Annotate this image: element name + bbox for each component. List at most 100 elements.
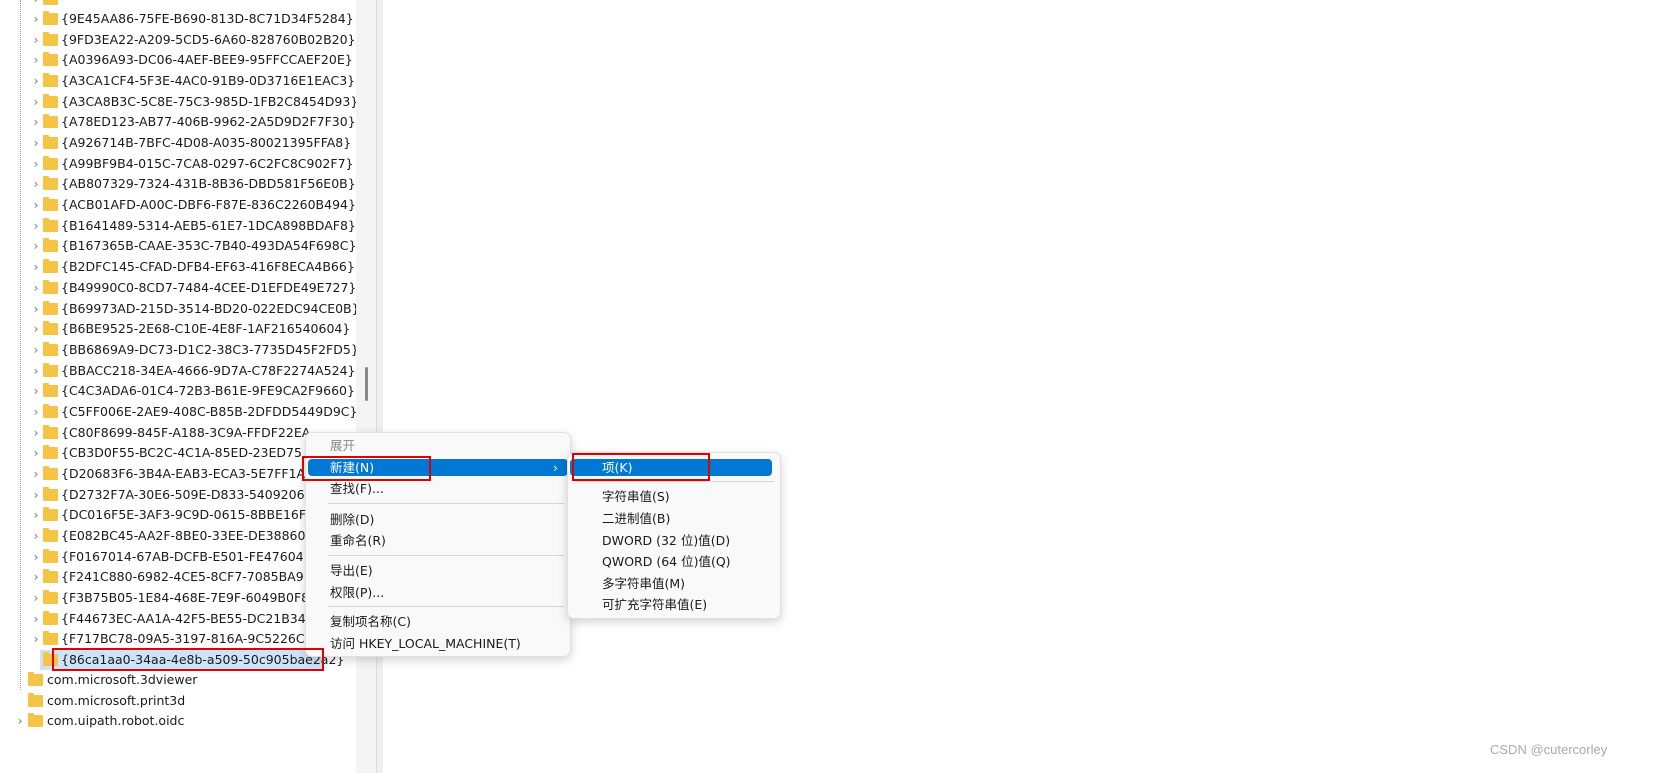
tree-item[interactable]: › {D2732F7A-30E6-509E-D833-5409206 xyxy=(0,485,356,505)
folder-icon xyxy=(43,217,58,232)
chevron-right-icon[interactable]: › xyxy=(30,340,42,360)
tree-item[interactable]: › {DC016F5E-3AF3-9C9D-0615-8BBE16F xyxy=(0,505,356,525)
tree-item[interactable]: com.microsoft.print3d xyxy=(0,691,356,711)
chevron-right-icon[interactable]: › xyxy=(30,216,42,236)
tree-item-label: com.uipath.robot.oidc xyxy=(47,713,185,729)
chevron-right-icon[interactable]: › xyxy=(30,112,42,132)
tree-item[interactable]: › {A99BF9B4-015C-7CA8-0297-6C2FC8C902F7} xyxy=(0,154,356,174)
chevron-right-icon[interactable]: › xyxy=(30,361,42,381)
tree-item[interactable]: › {F3B75B05-1E84-468E-7E9F-6049B0F8 xyxy=(0,588,356,608)
tree-item[interactable]: › {AB807329-7324-431B-8B36-DBD581F56E0B} xyxy=(0,174,356,194)
tree-item[interactable]: › {B6BE9525-2E68-C10E-4E8F-1AF216540604} xyxy=(0,319,356,339)
tree-item[interactable]: › {F717BC78-09A5-3197-816A-9C5226C xyxy=(0,629,356,649)
tree-item[interactable]: › {B1641489-5314-AEB5-61E7-1DCA898BDAF8} xyxy=(0,216,356,236)
tree-item[interactable]: › {E082BC45-AA2F-8BE0-33EE-DE38860 xyxy=(0,526,356,546)
tree-item[interactable]: › {C5FF006E-2AE9-408C-B85B-2DFDD5449D9C} xyxy=(0,402,358,422)
chevron-right-icon[interactable]: › xyxy=(30,526,42,546)
tree-item[interactable]: › {A0396A93-DC06-4AEF-BEE9-95FFCCAEF20E} xyxy=(0,50,356,70)
submenu-item-binary-value[interactable]: 二进制值(B) xyxy=(570,510,778,527)
chevron-right-icon[interactable]: › xyxy=(30,567,42,587)
chevron-right-icon[interactable]: › xyxy=(30,71,42,91)
tree-item[interactable]: › {B2DFC145-CFAD-DFB4-EF63-416F8ECA4B66} xyxy=(0,257,356,277)
tree-item-label: {C5FF006E-2AE9-408C-B85B-2DFDD5449D9C} xyxy=(61,403,358,419)
submenu-item-dword-value[interactable]: DWORD (32 位)值(D) xyxy=(570,532,778,549)
tree-item-label: {B1641489-5314-AEB5-61E7-1DCA898BDAF8} xyxy=(61,217,356,233)
menu-item-export[interactable]: 导出(E) xyxy=(308,562,568,579)
chevron-right-icon[interactable]: › xyxy=(30,278,42,298)
tree-item[interactable]: › {C80F8699-845F-A188-3C9A-FFDF22EA xyxy=(0,423,356,443)
tree-item[interactable]: › {BB6869A9-DC73-D1C2-38C3-7735D45F2FD5} xyxy=(0,340,359,360)
scrollbar-thumb[interactable] xyxy=(365,367,368,401)
menu-item-delete[interactable]: 删除(D) xyxy=(308,511,568,528)
chevron-right-icon[interactable]: › xyxy=(30,505,42,525)
tree-item[interactable]: › {F44673EC-AA1A-42F5-BE55-DC21B34 xyxy=(0,609,356,629)
chevron-right-icon[interactable]: › xyxy=(30,381,42,401)
tree-item[interactable]: › {F0167014-67AB-DCFB-E501-FE47604 xyxy=(0,547,356,567)
menu-item-new[interactable]: 新建(N) › xyxy=(308,459,568,476)
submenu-item-qword-value[interactable]: QWORD (64 位)值(Q) xyxy=(570,553,778,570)
values-pane[interactable] xyxy=(383,0,1672,773)
registry-tree[interactable]: › › {9E45AA86-75FE-B690-813D-8C71D34F5284… xyxy=(0,0,376,773)
tree-item[interactable]: › {A926714B-7BFC-4D08-A035-80021395FFA8} xyxy=(0,133,356,153)
chevron-right-icon[interactable]: › xyxy=(30,92,42,112)
chevron-right-icon[interactable]: › xyxy=(30,236,42,256)
chevron-right-icon[interactable]: › xyxy=(30,133,42,153)
tree-item[interactable]: › {B167365B-CAAE-353C-7B40-493DA54F698C} xyxy=(0,236,356,256)
tree-scrollbar[interactable] xyxy=(356,0,376,773)
tree-item[interactable]: › {A78ED123-AB77-406B-9962-2A5D9D2F7F30} xyxy=(0,112,356,132)
tree-item-selected[interactable]: {86ca1aa0-34aa-4e8b-a509-50c905bae2a2} xyxy=(40,650,344,670)
tree-item-label: {F0167014-67AB-DCFB-E501-FE47604 xyxy=(61,548,304,564)
tree-item[interactable]: › {ACB01AFD-A00C-DBF6-F87E-836C2260B494} xyxy=(0,195,356,215)
chevron-right-icon[interactable]: › xyxy=(30,443,42,463)
folder-icon xyxy=(43,279,58,294)
submenu-item-key[interactable]: 项(K) xyxy=(570,459,772,476)
tree-item[interactable]: › {BBACC218-34EA-4666-9D7A-C78F2274A524} xyxy=(0,361,356,381)
chevron-right-icon[interactable]: › xyxy=(30,547,42,567)
menu-item-find[interactable]: 查找(F)... xyxy=(308,480,568,497)
chevron-right-icon[interactable]: › xyxy=(30,50,42,70)
chevron-right-icon[interactable]: › xyxy=(30,9,42,29)
tree-item-partial[interactable]: › xyxy=(0,0,356,9)
tree-item[interactable]: com.microsoft.3dviewer xyxy=(0,670,356,690)
menu-item-rename[interactable]: 重命名(R) xyxy=(308,532,568,549)
menu-item-copy-key-name[interactable]: 复制项名称(C) xyxy=(308,613,568,630)
chevron-right-icon[interactable]: › xyxy=(30,319,42,339)
chevron-right-icon[interactable]: › xyxy=(30,588,42,608)
chevron-right-icon[interactable]: › xyxy=(30,257,42,277)
folder-icon xyxy=(43,135,58,150)
chevron-right-icon[interactable]: › xyxy=(30,174,42,194)
menu-item-expand[interactable]: 展开 xyxy=(308,437,568,454)
folder-icon xyxy=(43,321,58,336)
chevron-right-icon[interactable]: › xyxy=(30,423,42,443)
tree-item[interactable]: › {F241C880-6982-4CE5-8CF7-7085BA9 xyxy=(0,567,356,587)
submenu-item-string-value[interactable]: 字符串值(S) xyxy=(570,488,778,505)
chevron-right-icon[interactable]: › xyxy=(30,299,42,319)
chevron-right-icon[interactable]: › xyxy=(30,154,42,174)
tree-item[interactable]: › {9FD3EA22-A209-5CD5-6A60-828760B02B20} xyxy=(0,30,356,50)
folder-icon xyxy=(43,528,58,542)
submenu-item-expandable-string-value[interactable]: 可扩充字符串值(E) xyxy=(570,596,778,613)
chevron-right-icon[interactable]: › xyxy=(30,609,42,629)
tree-item[interactable]: › {B69973AD-215D-3514-BD20-022EDC94CE0B} xyxy=(0,299,360,319)
chevron-right-icon[interactable]: › xyxy=(30,464,42,484)
tree-item[interactable]: › {9E45AA86-75FE-B690-813D-8C71D34F5284} xyxy=(0,9,356,29)
chevron-right-icon[interactable]: › xyxy=(30,195,42,215)
chevron-right-icon[interactable]: › xyxy=(30,402,42,422)
tree-item[interactable]: › {B49990C0-8CD7-7484-4CEE-D1EFDE49E727} xyxy=(0,278,356,298)
chevron-right-icon[interactable]: › xyxy=(14,711,26,731)
tree-item[interactable]: › {C4C3ADA6-01C4-72B3-B61E-9FE9CA2F9660} xyxy=(0,381,356,401)
menu-item-goto[interactable]: 访问 HKEY_LOCAL_MACHINE(T) xyxy=(308,635,568,652)
chevron-right-icon[interactable]: › xyxy=(30,629,42,649)
folder-icon xyxy=(43,93,58,108)
menu-item-permissions[interactable]: 权限(P)... xyxy=(308,584,568,601)
tree-item[interactable]: › {D20683F6-3B4A-EAB3-ECA3-5E7FF1A xyxy=(0,464,356,484)
chevron-right-icon[interactable]: › xyxy=(30,485,42,505)
tree-item[interactable]: › {CB3D0F55-BC2C-4C1A-85ED-23ED75 xyxy=(0,443,356,463)
chevron-right-icon[interactable]: › xyxy=(30,30,42,50)
submenu-item-multi-string-value[interactable]: 多字符串值(M) xyxy=(570,575,778,592)
tree-item-label: {DC016F5E-3AF3-9C9D-0615-8BBE16F xyxy=(61,507,307,523)
chevron-right-icon[interactable]: › xyxy=(30,0,42,9)
tree-item[interactable]: › {A3CA1CF4-5F3E-4AC0-91B9-0D3716E1EAC3} xyxy=(0,71,356,91)
tree-item[interactable]: › {A3CA8B3C-5C8E-75C3-985D-1FB2C8454D93} xyxy=(0,92,358,112)
tree-item[interactable]: › com.uipath.robot.oidc xyxy=(0,711,356,731)
